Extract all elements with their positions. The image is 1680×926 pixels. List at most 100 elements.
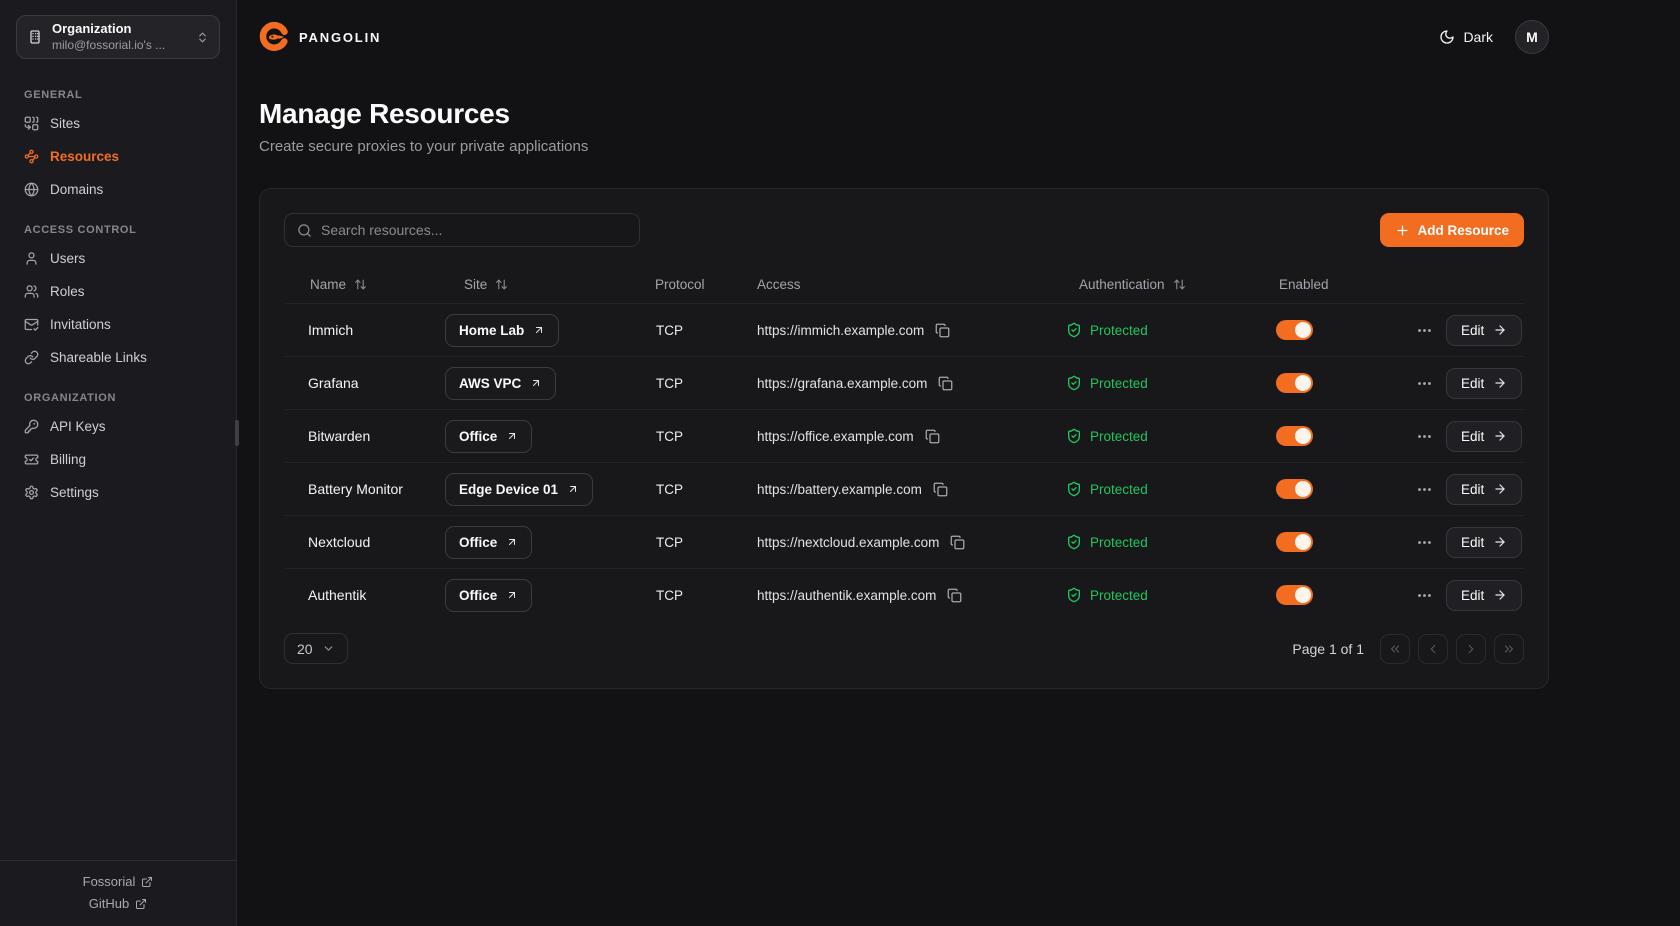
site-link-button[interactable]: AWS VPC [445,367,556,400]
section-label-general: GENERAL [0,89,236,101]
previous-page-button[interactable] [1418,634,1448,664]
copy-url-button[interactable] [950,535,965,550]
column-label: Name [310,277,346,292]
next-page-button[interactable] [1456,634,1486,664]
row-menu-button[interactable] [1416,587,1433,604]
sort-icon [495,278,508,291]
row-menu-button[interactable] [1416,481,1433,498]
resource-name: Authentik [284,587,434,603]
enabled-toggle[interactable] [1276,426,1313,446]
access-url: https://immich.example.com [757,323,924,338]
sidebar-item-invitations[interactable]: Invitations [0,308,236,341]
enabled-toggle[interactable] [1276,585,1313,605]
arrow-up-right-icon [506,589,518,601]
resource-name: Nextcloud [284,534,434,550]
auth-status: Protected [1090,376,1148,391]
page-subtitle: Create secure proxies to your private ap… [259,138,1549,155]
site-link-button[interactable]: Office [445,526,532,559]
sidebar-item-label: API Keys [50,419,106,434]
site-name: Edge Device 01 [459,482,558,497]
edit-label: Edit [1461,482,1484,497]
edit-label: Edit [1461,323,1484,338]
theme-toggle-button[interactable]: Dark [1439,29,1493,45]
avatar-initial: M [1526,29,1538,45]
sidebar-item-domains[interactable]: Domains [0,173,236,206]
edit-button[interactable]: Edit [1446,421,1522,452]
page-size-select[interactable]: 20 [284,633,348,664]
toggle-knob [1295,481,1311,497]
site-link-button[interactable]: Office [445,579,532,612]
edit-button[interactable]: Edit [1446,368,1522,399]
table-row: Bitwarden Office TCP https://office.exam… [284,409,1524,462]
sidebar-item-api-keys[interactable]: API Keys [0,410,236,443]
column-header-name[interactable]: Name [284,277,434,292]
row-menu-button[interactable] [1416,322,1433,339]
edit-label: Edit [1461,588,1484,603]
fossorial-link[interactable]: Fossorial [83,872,154,891]
github-link[interactable]: GitHub [89,894,147,913]
copy-url-button[interactable] [933,482,948,497]
enabled-toggle[interactable] [1276,320,1313,340]
column-header-site[interactable]: Site [434,277,644,292]
arrow-right-icon [1493,535,1507,549]
access-url: https://authentik.example.com [757,588,936,603]
table-header: Name Site Protocol Access Authentication… [284,265,1524,303]
copy-url-button[interactable] [925,429,940,444]
protocol: TCP [644,323,744,338]
sidebar: Organization milo@fossorial.io's ... GEN… [0,0,237,926]
row-menu-button[interactable] [1416,428,1433,445]
enabled-toggle[interactable] [1276,532,1313,552]
column-label: Access [757,277,801,292]
edit-button[interactable]: Edit [1446,474,1522,505]
shield-check-icon [1066,375,1082,391]
sidebar-item-billing[interactable]: Billing [0,443,236,476]
user-avatar[interactable]: M [1515,20,1549,54]
sidebar-item-resources[interactable]: Resources [0,140,236,173]
sidebar-item-roles[interactable]: Roles [0,275,236,308]
edit-button[interactable]: Edit [1446,580,1522,611]
section-label-organization: ORGANIZATION [0,392,236,404]
site-link-button[interactable]: Edge Device 01 [445,473,593,506]
mail-check-icon [24,317,39,332]
sidebar-nav: GENERAL Sites Resources Domains ACCESS C… [0,59,236,860]
sidebar-item-settings[interactable]: Settings [0,476,236,509]
search-input[interactable] [321,222,627,238]
page-title: Manage Resources [259,98,1549,130]
enabled-toggle[interactable] [1276,479,1313,499]
copy-icon [925,429,940,444]
sidebar-item-shareable-links[interactable]: Shareable Links [0,341,236,374]
site-link-button[interactable]: Office [445,420,532,453]
edit-button[interactable]: Edit [1446,527,1522,558]
ticket-check-icon [24,452,39,467]
protocol: TCP [644,376,744,391]
edit-label: Edit [1461,376,1484,391]
sidebar-item-users[interactable]: Users [0,242,236,275]
column-header-protocol: Protocol [644,277,744,292]
row-menu-button[interactable] [1416,534,1433,551]
add-resource-button[interactable]: Add Resource [1380,213,1524,247]
org-selector[interactable]: Organization milo@fossorial.io's ... [16,15,220,59]
copy-url-button[interactable] [935,323,950,338]
sidebar-resize-handle[interactable] [235,420,239,446]
external-link-icon [141,876,153,888]
section-label-access-control: ACCESS CONTROL [0,224,236,236]
first-page-button[interactable] [1380,634,1410,664]
copy-url-button[interactable] [947,588,962,603]
row-menu-button[interactable] [1416,375,1433,392]
column-header-authentication[interactable]: Authentication [1054,277,1266,292]
protocol: TCP [644,482,744,497]
copy-url-button[interactable] [938,376,953,391]
edit-button[interactable]: Edit [1446,315,1522,346]
column-label: Enabled [1279,277,1329,292]
enabled-toggle[interactable] [1276,373,1313,393]
table-footer: 20 Page 1 of 1 [284,633,1524,664]
site-link-button[interactable]: Home Lab [445,314,559,347]
brand[interactable]: PANGOLIN [259,22,381,52]
resource-name: Bitwarden [284,428,434,444]
ellipsis-icon [1416,587,1433,604]
last-page-button[interactable] [1494,634,1524,664]
github-link-label: GitHub [89,894,129,913]
sidebar-item-sites[interactable]: Sites [0,107,236,140]
protocol: TCP [644,535,744,550]
edit-label: Edit [1461,535,1484,550]
